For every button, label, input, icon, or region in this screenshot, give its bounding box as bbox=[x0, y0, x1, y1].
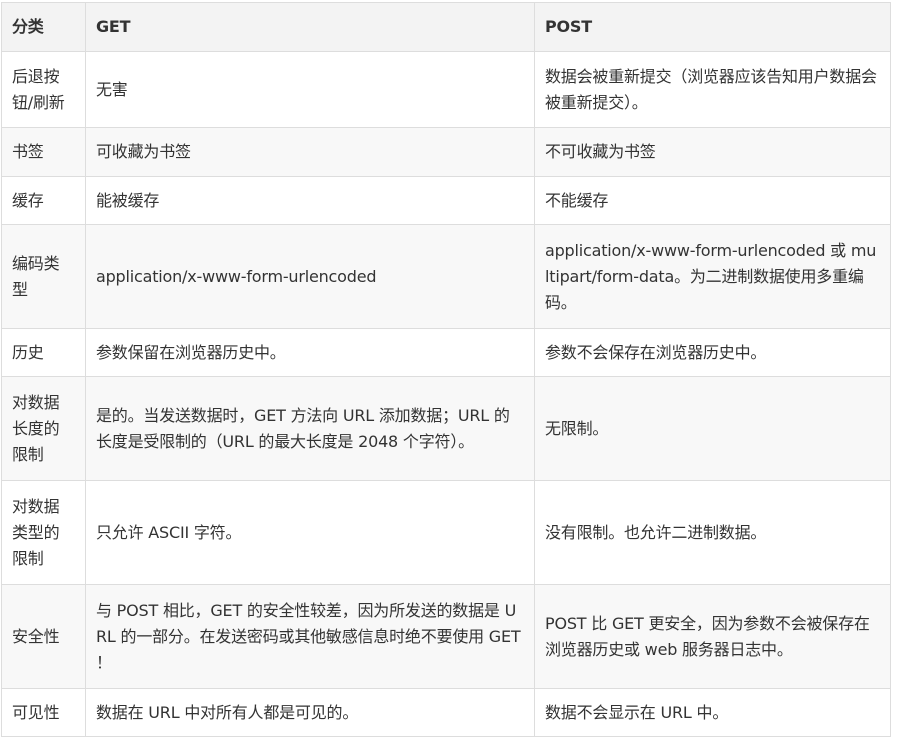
row-category: 对数据类型的限制 bbox=[1, 480, 86, 585]
table-row: 历史 参数保留在浏览器历史中。 参数不会保存在浏览器历史中。 bbox=[1, 328, 891, 377]
table-row: 编码类型 application/x-www-form-urlencoded a… bbox=[1, 224, 891, 329]
header-get: GET bbox=[85, 2, 535, 52]
row-get: 数据在 URL 中对所有人都是可见的。 bbox=[85, 688, 535, 737]
table-row: 书签 可收藏为书签 不可收藏为书签 bbox=[1, 127, 891, 177]
row-category: 安全性 bbox=[1, 584, 86, 689]
row-category: 对数据长度的限制 bbox=[1, 376, 86, 481]
row-category: 后退按钮/刷新 bbox=[1, 51, 86, 128]
table-row: 安全性 与 POST 相比，GET 的安全性较差，因为所发送的数据是 URL 的… bbox=[1, 584, 891, 689]
row-post: 不能缓存 bbox=[534, 176, 891, 225]
row-get: 是的。当发送数据时，GET 方法向 URL 添加数据；URL 的长度是受限制的（… bbox=[85, 376, 535, 481]
row-post: 参数不会保存在浏览器历史中。 bbox=[534, 328, 891, 377]
row-category: 历史 bbox=[1, 328, 86, 377]
row-post: POST 比 GET 更安全，因为参数不会被保存在浏览器历史或 web 服务器日… bbox=[534, 584, 891, 689]
row-get: 可收藏为书签 bbox=[85, 127, 535, 177]
table-header-row: 分类 GET POST bbox=[1, 2, 891, 52]
table-row: 缓存 能被缓存 不能缓存 bbox=[1, 176, 891, 225]
get-post-comparison-table: 分类 GET POST 后退按钮/刷新 无害 数据会被重新提交（浏览器应该告知用… bbox=[1, 2, 891, 737]
row-get: 与 POST 相比，GET 的安全性较差，因为所发送的数据是 URL 的一部分。… bbox=[85, 584, 535, 689]
header-category: 分类 bbox=[1, 2, 86, 52]
row-category: 可见性 bbox=[1, 688, 86, 737]
row-post: 数据不会显示在 URL 中。 bbox=[534, 688, 891, 737]
table-row: 对数据类型的限制 只允许 ASCII 字符。 没有限制。也允许二进制数据。 bbox=[1, 480, 891, 585]
row-category: 书签 bbox=[1, 127, 86, 177]
row-get: 无害 bbox=[85, 51, 535, 128]
row-category: 编码类型 bbox=[1, 224, 86, 329]
table-row: 后退按钮/刷新 无害 数据会被重新提交（浏览器应该告知用户数据会被重新提交）。 bbox=[1, 51, 891, 128]
row-post: 无限制。 bbox=[534, 376, 891, 481]
row-post: 数据会被重新提交（浏览器应该告知用户数据会被重新提交）。 bbox=[534, 51, 891, 128]
row-get: 能被缓存 bbox=[85, 176, 535, 225]
header-post: POST bbox=[534, 2, 891, 52]
table-row: 可见性 数据在 URL 中对所有人都是可见的。 数据不会显示在 URL 中。 bbox=[1, 688, 891, 737]
row-post: application/x-www-form-urlencoded 或 mult… bbox=[534, 224, 891, 329]
row-get: application/x-www-form-urlencoded bbox=[85, 224, 535, 329]
row-get: 参数保留在浏览器历史中。 bbox=[85, 328, 535, 377]
row-get: 只允许 ASCII 字符。 bbox=[85, 480, 535, 585]
row-post: 不可收藏为书签 bbox=[534, 127, 891, 177]
row-post: 没有限制。也允许二进制数据。 bbox=[534, 480, 891, 585]
table-row: 对数据长度的限制 是的。当发送数据时，GET 方法向 URL 添加数据；URL … bbox=[1, 376, 891, 481]
row-category: 缓存 bbox=[1, 176, 86, 225]
